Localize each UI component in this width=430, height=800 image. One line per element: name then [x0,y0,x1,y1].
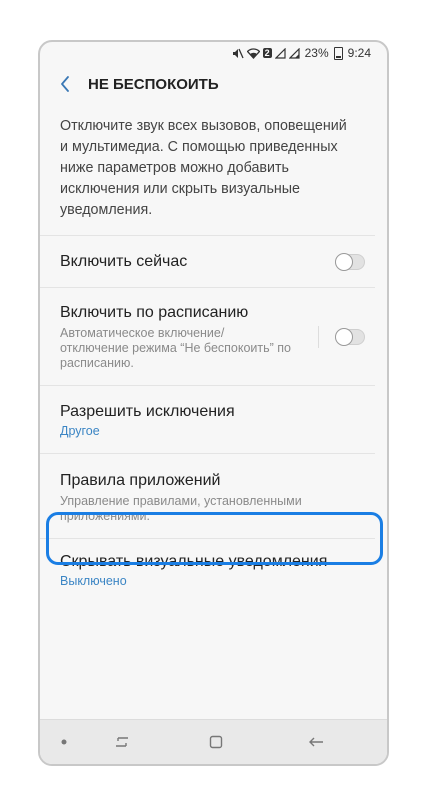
setting-schedule[interactable]: Включить по расписанию Автоматическое вк… [40,288,375,386]
dot-icon[interactable] [60,739,68,745]
divider [318,325,319,348]
wifi-icon [246,47,260,59]
setting-schedule-subtitle: Автоматическое включение/ отключение реж… [60,326,291,370]
schedule-toggle[interactable] [335,327,365,346]
setting-app-rules[interactable]: Правила приложений Управление правилами,… [40,454,375,539]
page-title: НЕ БЕСПОКОИТЬ [88,75,219,93]
toggle-knob [335,252,353,271]
signal-icon [274,47,286,59]
back-nav-icon[interactable] [304,736,328,748]
setting-hide-visual-title: Скрывать визуальные уведомления [60,553,328,570]
header: НЕ БЕСПОКОИТЬ [40,64,387,104]
battery-icon [333,46,343,60]
setting-app-rules-subtitle: Управление правилами, установленными при… [60,494,302,523]
mute-icon [232,48,244,58]
clock: 9:24 [347,46,371,60]
phone-frame: 2 23% 9:24 НЕ БЕСПОКОИТЬ Отключите звук … [38,40,389,766]
back-icon[interactable] [56,75,74,93]
enable-now-toggle[interactable] [335,252,365,271]
status-icons: 2 [232,47,300,59]
setting-exceptions[interactable]: Разрешить исключения Другое [40,386,375,454]
battery-percent: 23% [304,46,329,60]
sim-badge: 2 [262,48,272,58]
setting-exceptions-value: Другое [60,424,100,438]
setting-enable-now-title: Включить сейчас [60,252,188,270]
status-bar: 2 23% 9:24 [40,42,387,64]
setting-hide-visual-value: Выключено [60,574,127,588]
setting-app-rules-title: Правила приложений [60,472,221,489]
setting-hide-visual[interactable]: Скрывать визуальные уведомления Выключен… [40,539,375,603]
setting-exceptions-title: Разрешить исключения [60,403,235,420]
setting-schedule-title: Включить по расписанию [60,304,249,321]
setting-enable-now[interactable]: Включить сейчас [40,236,375,288]
home-icon[interactable] [204,735,228,749]
toggle-knob [335,327,353,346]
recent-apps-icon[interactable] [110,736,134,748]
signal-2-icon [288,47,300,59]
navigation-bar [40,719,387,764]
description-text: Отключите звук всех вызовов, оповещений … [40,104,375,236]
